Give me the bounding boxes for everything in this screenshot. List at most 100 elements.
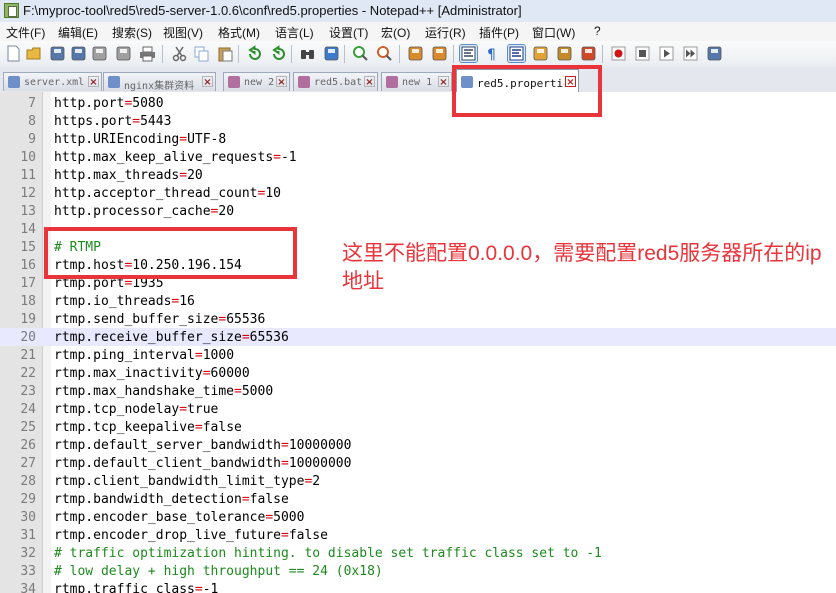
- menu-item-3[interactable]: 视图(V): [163, 24, 203, 41]
- property-key: rtmp.encoder_drop_live_future: [54, 528, 281, 543]
- line-number: 15: [20, 240, 36, 255]
- code-line[interactable]: 21 rtmp.ping_interval=1000: [0, 346, 836, 364]
- property-value: 65536: [249, 330, 289, 345]
- tab-close-icon[interactable]: ×: [438, 76, 449, 88]
- menu-item-8[interactable]: 运行(R): [425, 24, 466, 41]
- word-wrap-icon[interactable]: [459, 44, 478, 63]
- stop-macro-icon[interactable]: [634, 45, 651, 62]
- code-line[interactable]: 20 rtmp.receive_buffer_size=65536: [0, 328, 836, 346]
- tab-close-icon[interactable]: ×: [565, 76, 576, 88]
- tab-close-icon[interactable]: ×: [88, 76, 99, 88]
- code-line[interactable]: 19 rtmp.send_buffer_size=65536: [0, 310, 836, 328]
- editor[interactable]: 7 http.port=5080 8 https.port=5443 9 http.URI…: [0, 92, 836, 593]
- code-line[interactable]: 7 http.port=5080: [0, 94, 836, 112]
- line-number: 31: [20, 528, 36, 543]
- code-line[interactable]: 22 rtmp.max_inactivity=60000: [0, 364, 836, 382]
- code-line[interactable]: 32 # traffic optimization hinting. to dis…: [0, 544, 836, 562]
- cut-icon[interactable]: [171, 45, 188, 62]
- sync-vertical-icon[interactable]: [407, 45, 424, 62]
- new-file-icon[interactable]: [5, 45, 22, 62]
- toolbar-separator: [344, 45, 345, 63]
- property-value: 20: [218, 204, 235, 219]
- tab-5[interactable]: red5.properties×: [456, 69, 579, 93]
- menu-item-5[interactable]: 语言(L): [275, 24, 314, 41]
- code-line[interactable]: 25 rtmp.tcp_keepalive=false: [0, 418, 836, 436]
- property-value: true: [187, 402, 219, 417]
- line-number: 22: [20, 366, 36, 381]
- menu-item-11[interactable]: ?: [594, 24, 601, 38]
- code-line[interactable]: 31 rtmp.encoder_drop_live_future=false: [0, 526, 836, 544]
- record-macro-icon[interactable]: [610, 45, 627, 62]
- property-value: 5000: [273, 510, 305, 525]
- tab-3[interactable]: red5.bat ×: [293, 72, 378, 91]
- menu-item-1[interactable]: 编辑(E): [58, 24, 98, 41]
- line-number: 29: [20, 492, 36, 507]
- code-line[interactable]: 10 http.max_keep_alive_requests=-1: [0, 148, 836, 166]
- line-number: 17: [20, 276, 36, 291]
- show-all-chars-icon[interactable]: ¶: [484, 45, 501, 62]
- file-saved-icon: [461, 76, 473, 88]
- menu-item-4[interactable]: 格式(M): [218, 24, 260, 41]
- line-number: 16: [20, 258, 36, 273]
- code-line[interactable]: 23 rtmp.max_handshake_time=5000: [0, 382, 836, 400]
- code-line[interactable]: 28 rtmp.client_bandwidth_limit_type=2: [0, 472, 836, 490]
- code-line[interactable]: 8 https.port=5443: [0, 112, 836, 130]
- copy-icon[interactable]: [193, 45, 210, 62]
- menu-item-7[interactable]: 宏(O): [381, 24, 410, 41]
- svg-text:¶: ¶: [487, 47, 496, 62]
- play-macro-icon[interactable]: [658, 45, 675, 62]
- save-icon[interactable]: [49, 45, 66, 62]
- function-list-icon[interactable]: [556, 45, 573, 62]
- paste-icon[interactable]: [217, 45, 234, 62]
- code-line[interactable]: 33 # low delay + high throughput == 24 (0…: [0, 562, 836, 580]
- code-line[interactable]: 24 rtmp.tcp_nodelay=true: [0, 400, 836, 418]
- code-line[interactable]: 11 http.max_threads=20: [0, 166, 836, 184]
- property-value: false: [202, 420, 242, 435]
- tab-1[interactable]: nginx集群资料 ×: [103, 72, 216, 92]
- run-macro-multiple-icon[interactable]: [682, 45, 699, 62]
- line-number: 23: [20, 384, 36, 399]
- code-line[interactable]: 9 http.URIEncoding=UTF-8: [0, 130, 836, 148]
- tab-0[interactable]: server.xml ×: [3, 72, 102, 91]
- indent-guide-icon[interactable]: [507, 44, 526, 63]
- code-line[interactable]: 27 rtmp.default_client_bandwidth=10000000: [0, 454, 836, 472]
- code-line[interactable]: 13 http.processor_cache=20: [0, 202, 836, 220]
- close-icon[interactable]: [91, 45, 108, 62]
- save-all-icon[interactable]: [70, 45, 87, 62]
- menu-item-6[interactable]: 设置(T): [329, 24, 368, 41]
- code-line[interactable]: 12 http.acceptor_thread_count=10: [0, 184, 836, 202]
- tab-close-icon[interactable]: ×: [364, 76, 375, 88]
- folder-workspace-icon[interactable]: [580, 45, 597, 62]
- equals-operator: =: [234, 384, 242, 399]
- code-line[interactable]: 29 rtmp.bandwidth_detection=false: [0, 490, 836, 508]
- redo-icon[interactable]: [270, 45, 287, 62]
- replace-icon[interactable]: [323, 45, 340, 62]
- undo-icon[interactable]: [246, 45, 263, 62]
- tab-2[interactable]: new 2 ×: [223, 72, 290, 91]
- code-line[interactable]: 34 rtmp.traffic_class=-1: [0, 580, 836, 593]
- document-map-icon[interactable]: [532, 45, 549, 62]
- save-macro-icon[interactable]: [706, 45, 723, 62]
- find-icon[interactable]: [299, 45, 316, 62]
- line-number: 25: [20, 420, 36, 435]
- zoom-in-icon[interactable]: [352, 45, 369, 62]
- print-icon[interactable]: [139, 45, 156, 62]
- menu-item-10[interactable]: 窗口(W): [532, 24, 575, 41]
- menu-item-2[interactable]: 搜索(S): [112, 24, 152, 41]
- zoom-out-icon[interactable]: [376, 45, 393, 62]
- sync-horizontal-icon[interactable]: [431, 45, 448, 62]
- tab-4[interactable]: new 1 ×: [381, 72, 452, 91]
- code-line[interactable]: 26 rtmp.default_server_bandwidth=10000000: [0, 436, 836, 454]
- menu-item-9[interactable]: 插件(P): [479, 24, 519, 41]
- open-file-icon[interactable]: [26, 45, 43, 62]
- tab-close-icon[interactable]: ×: [276, 76, 287, 88]
- equals-operator: =: [179, 168, 188, 183]
- code-line[interactable]: 14: [0, 220, 836, 238]
- tab-close-icon[interactable]: ×: [202, 76, 213, 88]
- property-key: rtmp.client_bandwidth_limit_type: [54, 474, 305, 489]
- property-value: 1000: [202, 348, 235, 363]
- close-all-icon[interactable]: [115, 45, 132, 62]
- code-line[interactable]: 30 rtmp.encoder_base_tolerance=5000: [0, 508, 836, 526]
- menu-item-0[interactable]: 文件(F): [6, 24, 45, 41]
- property-line: http.max_threads=20: [54, 168, 203, 183]
